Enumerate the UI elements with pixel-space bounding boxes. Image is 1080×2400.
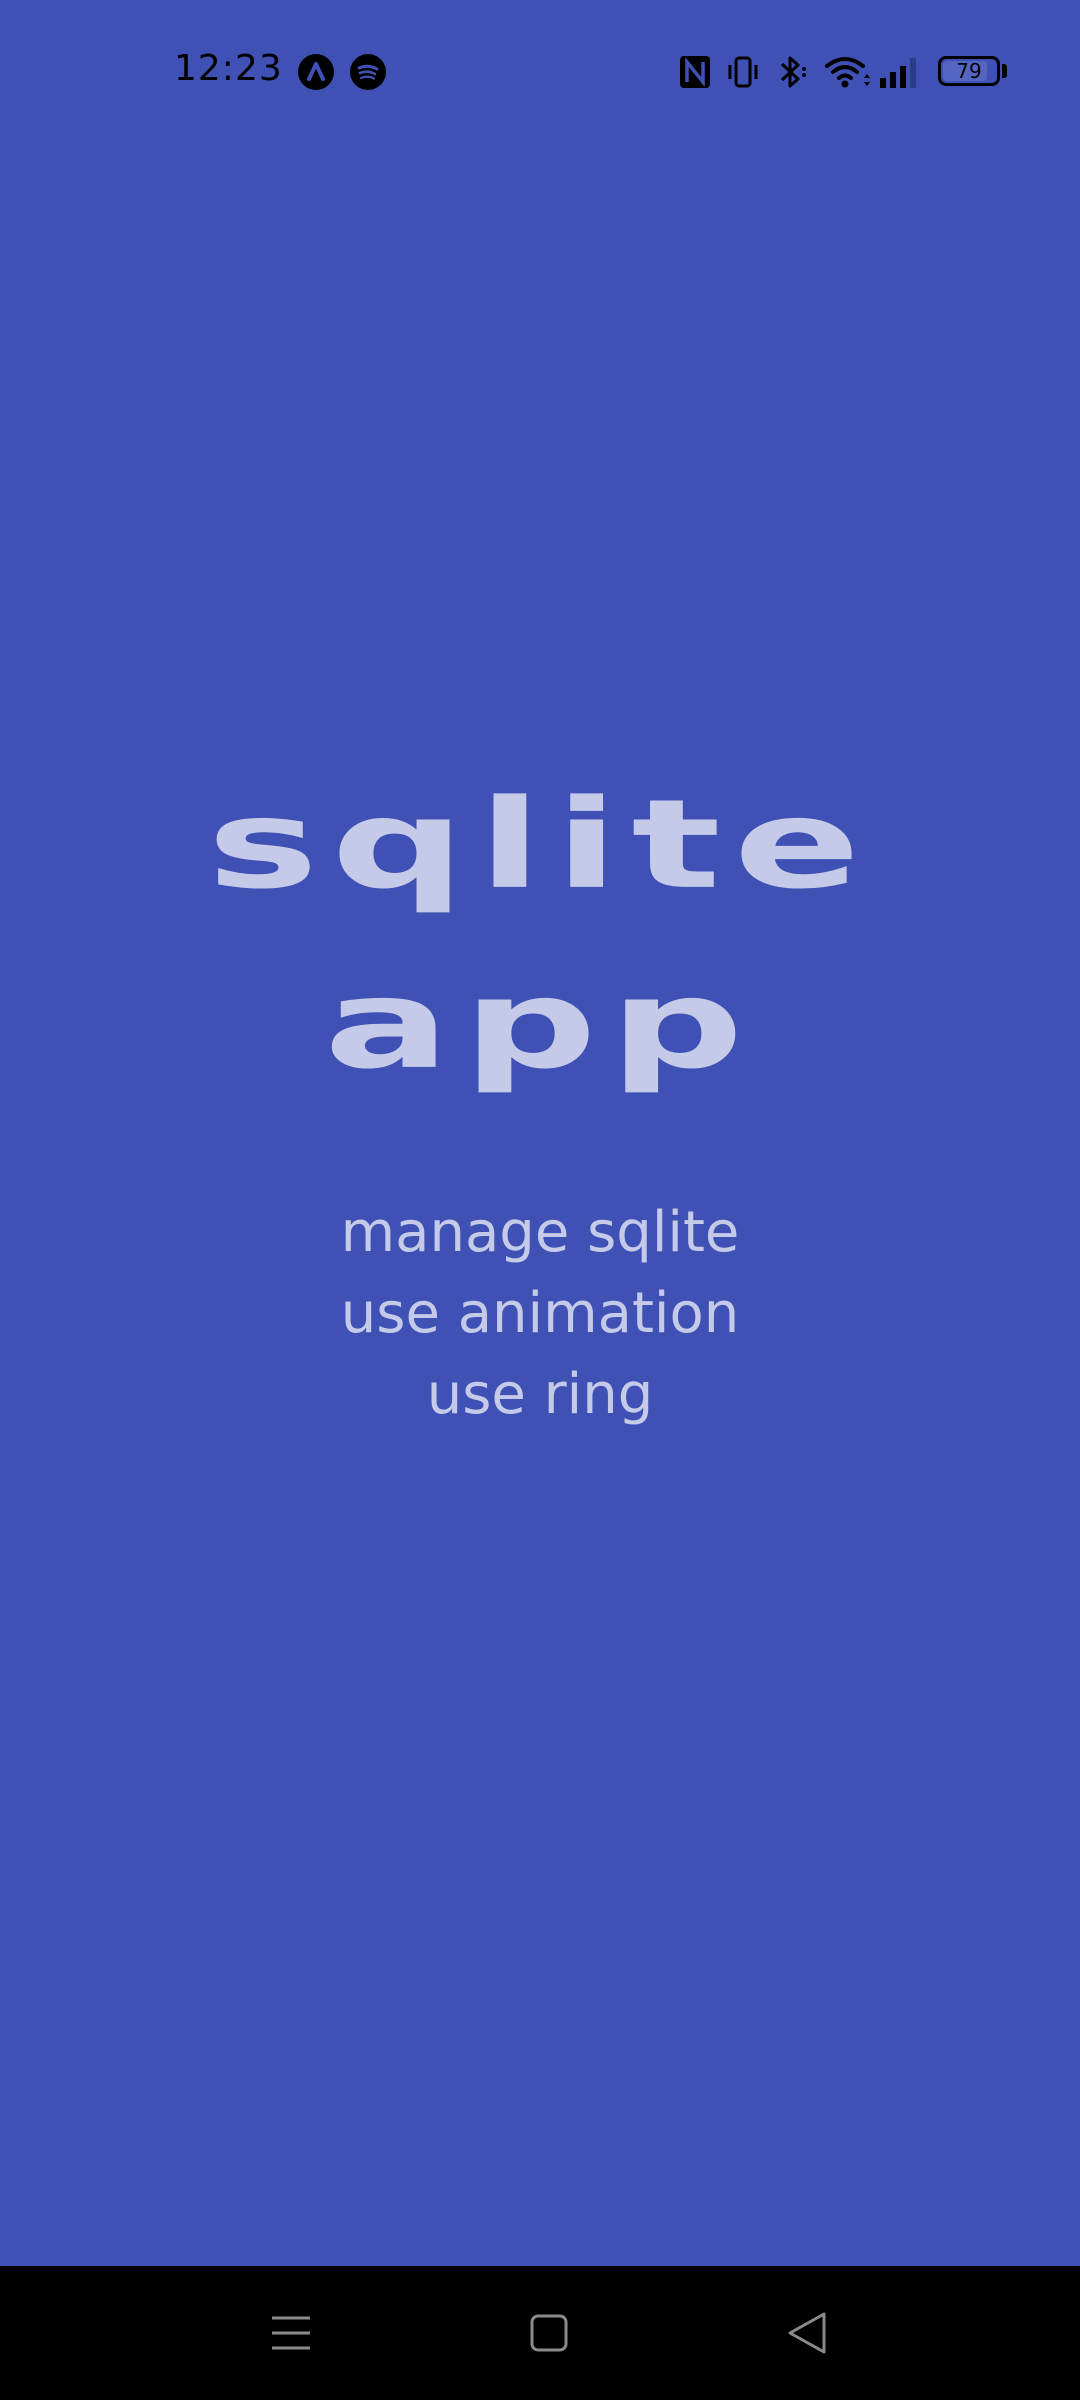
splash-screen: 12:23 79 sqlite app manage sqlite use an… — [0, 0, 1080, 2400]
signal-icon — [880, 58, 916, 88]
back-icon[interactable] — [772, 2298, 842, 2368]
app-a-icon — [298, 54, 334, 90]
nfc-icon — [680, 56, 710, 88]
app-title-line2: app — [323, 953, 757, 1097]
status-time: 12:23 — [174, 48, 283, 89]
wifi-icon — [825, 57, 870, 88]
home-icon[interactable] — [514, 2298, 584, 2368]
status-bar: 12:23 79 — [0, 0, 1080, 140]
battery-level: 79 — [956, 59, 982, 83]
navigation-bar — [0, 2266, 1080, 2400]
feature-item: use animation — [340, 1281, 740, 1346]
feature-list: manage sqlite use animation use ring — [0, 1192, 1080, 1435]
feature-item: use ring — [426, 1362, 654, 1427]
vibrate-icon — [728, 56, 758, 88]
feature-item: manage sqlite — [340, 1200, 740, 1265]
battery-tip — [1002, 64, 1007, 78]
bluetooth-icon — [780, 56, 806, 88]
app-title-line1: sqlite — [206, 773, 874, 917]
menu-icon[interactable] — [256, 2298, 326, 2368]
battery-icon: 79 — [938, 56, 1000, 86]
spotify-icon — [350, 54, 386, 90]
